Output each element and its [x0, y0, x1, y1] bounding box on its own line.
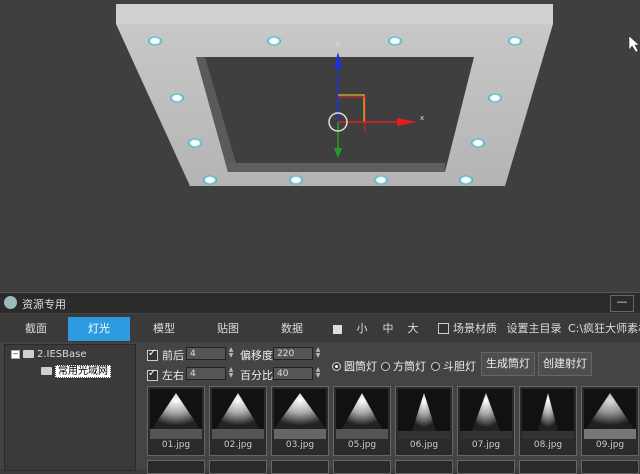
scene-material-label: 场景材质 [453, 322, 497, 335]
size-medium-button[interactable]: 中 [378, 317, 398, 341]
offset-label: 偏移度 [240, 349, 273, 362]
root-path-text: C:\疯狂大师素材 [568, 322, 640, 335]
percent-input[interactable]: 40 [273, 367, 313, 380]
tree-child-item[interactable]: 常用光域网 [41, 362, 111, 378]
minimize-button[interactable]: — [610, 295, 634, 312]
tab-section[interactable]: 截面 [6, 317, 66, 341]
ies-thumbnail[interactable] [395, 460, 453, 474]
radio-square-label: 方筒灯 [393, 360, 426, 373]
ies-thumbnail[interactable] [147, 460, 205, 474]
frame-top-edge [116, 4, 553, 24]
thumbnail-caption: 06.jpg [409, 440, 439, 450]
resource-panel: 资源专用 — 截面 灯光 模型 贴图 数据 小 中 大 场景材质 设置主目录 C… [0, 292, 640, 474]
ies-thumbnail[interactable] [519, 460, 577, 474]
scene-material-checkbox[interactable]: 场景材质 [438, 317, 500, 341]
spinner-arrows-icon[interactable]: ▲ ▼ [314, 367, 322, 380]
radio-square-downlight[interactable]: 方筒灯 [381, 358, 426, 374]
scene-render: z x [116, 4, 640, 186]
ies-preview-image [398, 389, 450, 439]
tree-root-item[interactable]: − 2.IESBase [11, 349, 87, 360]
thumbnail-caption: 03.jpg [285, 440, 315, 450]
svg-text:z: z [336, 40, 340, 48]
panel-titlebar[interactable]: 资源专用 — [0, 292, 640, 313]
front-back-input[interactable]: 4 [186, 347, 226, 360]
left-right-checkbox[interactable]: 左右 [147, 367, 184, 383]
ies-thumbnail[interactable] [271, 460, 329, 474]
offset-input[interactable]: 220 [273, 347, 313, 360]
radio-round-label: 圆筒灯 [344, 360, 377, 373]
ies-preview-image [584, 389, 636, 439]
folder-icon [23, 350, 34, 358]
generate-downlight-button[interactable]: 生成筒灯 [481, 352, 535, 376]
tab-model[interactable]: 模型 [134, 317, 194, 341]
ies-thumbnail[interactable]: 01.jpg [147, 386, 205, 456]
front-back-label: 前后 [162, 349, 184, 362]
ies-thumbnail[interactable]: 07.jpg [457, 386, 515, 456]
radio-grille-label: 斗胆灯 [443, 360, 476, 373]
checkbox-icon[interactable] [147, 368, 158, 381]
collapse-icon[interactable]: − [11, 349, 20, 359]
radio-icon[interactable] [431, 361, 440, 371]
thumbnail-caption: 08.jpg [533, 440, 563, 450]
ies-thumbnail[interactable]: 08.jpg [519, 386, 577, 456]
ies-thumbnail[interactable]: 06.jpg [395, 386, 453, 456]
ies-thumbnail[interactable]: 03.jpg [271, 386, 329, 456]
spinner-arrows-icon[interactable]: ▲ ▼ [227, 367, 235, 380]
thumbnail-caption: 09.jpg [595, 440, 625, 450]
radio-icon[interactable] [332, 361, 341, 371]
ies-preview-image [460, 389, 512, 439]
checkbox-icon[interactable] [438, 322, 449, 334]
thumbnail-caption: 07.jpg [471, 440, 501, 450]
ies-thumbnail[interactable]: 05.jpg [333, 386, 391, 456]
panel-title: 资源专用 [22, 298, 66, 311]
ies-preview-image [522, 389, 574, 439]
folder-icon [41, 367, 52, 375]
viewport-3d[interactable]: z x [0, 0, 640, 292]
thumbnail-caption: 02.jpg [223, 440, 253, 450]
left-right-label: 左右 [162, 369, 184, 382]
tab-data[interactable]: 数据 [262, 317, 322, 341]
thumbnail-caption: 05.jpg [347, 440, 377, 450]
category-tabs: 截面 灯光 模型 贴图 数据 小 中 大 场景材质 设置主目录 C:\疯狂大师素… [0, 314, 640, 342]
tree-root-label: 2.IESBase [37, 349, 87, 360]
front-back-checkbox[interactable]: 前后 [147, 347, 184, 363]
tab-texture[interactable]: 贴图 [198, 317, 258, 341]
square-icon[interactable] [332, 317, 342, 341]
ies-thumbnail[interactable]: 02.jpg [209, 386, 267, 456]
set-root-button[interactable]: 设置主目录 [505, 317, 563, 341]
tab-lighting[interactable]: 灯光 [68, 317, 130, 341]
ies-thumbnail[interactable] [209, 460, 267, 474]
app-logo-icon [4, 296, 17, 309]
folder-tree[interactable]: − 2.IESBase 常用光域网 [4, 344, 136, 471]
percent-label: 百分比 [240, 369, 273, 382]
spinner-arrows-icon[interactable]: ▲ ▼ [314, 347, 322, 360]
thumbnail-caption: 01.jpg [161, 440, 191, 450]
ies-thumbnail-grid: 01.jpg 02.jpg 03.jpg 05.jpg 06.jpg 07.jp… [145, 386, 640, 474]
mouse-cursor [628, 35, 640, 53]
spinner-arrows-icon[interactable]: ▲ ▼ [227, 347, 235, 360]
ies-thumbnail[interactable]: 09.jpg [581, 386, 639, 456]
size-large-button[interactable]: 大 [403, 317, 423, 341]
size-small-button[interactable]: 小 [352, 317, 372, 341]
radio-grille-light[interactable]: 斗胆灯 [431, 358, 476, 374]
checkbox-icon[interactable] [147, 348, 158, 361]
ies-preview-image [336, 389, 388, 439]
frame-opening [196, 57, 474, 172]
ies-thumbnail[interactable] [581, 460, 639, 474]
radio-round-downlight[interactable]: 圆筒灯 [332, 358, 377, 374]
ies-preview-image [150, 389, 202, 439]
left-right-input[interactable]: 4 [186, 367, 226, 380]
ies-thumbnail[interactable] [333, 460, 391, 474]
ies-thumbnail[interactable] [457, 460, 515, 474]
ies-preview-image [212, 389, 264, 439]
create-spotlight-button[interactable]: 创建射灯 [538, 352, 592, 376]
tree-child-label: 常用光域网 [55, 365, 111, 378]
svg-text:x: x [420, 114, 424, 122]
radio-icon[interactable] [381, 361, 390, 371]
ies-preview-image [274, 389, 326, 439]
